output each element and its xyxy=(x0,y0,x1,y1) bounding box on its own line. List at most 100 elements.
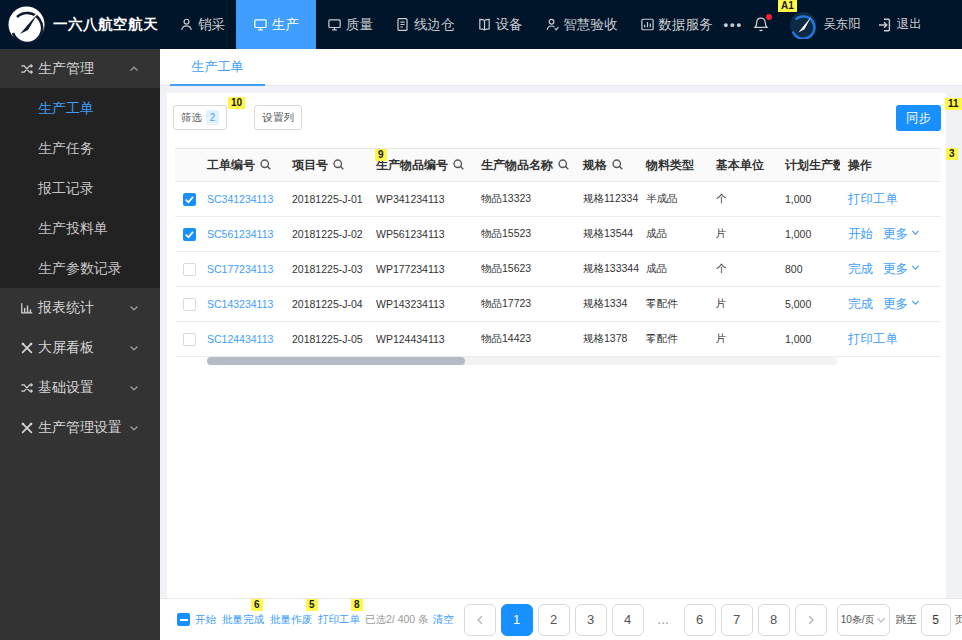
filter-button[interactable]: 筛选 2 xyxy=(173,105,227,130)
batch-complete-button[interactable]: 批量完成 xyxy=(222,613,264,627)
sidebar-item-work-reports[interactable]: 报工记录 xyxy=(0,168,160,208)
select-all-checkbox[interactable] xyxy=(177,613,190,626)
chevron-down-icon xyxy=(876,615,886,625)
nav-item-line-warehouse[interactable]: 线边仓 xyxy=(384,0,466,49)
toolbar: 筛选 2 设置列 同步 xyxy=(175,105,941,131)
column-settings-button[interactable]: 设置列 xyxy=(254,105,302,130)
start-action[interactable]: 开始 xyxy=(848,227,873,241)
complete-action[interactable]: 完成 xyxy=(848,297,873,311)
order-no-link[interactable]: SC177234113 xyxy=(207,263,273,275)
jump-to-label: 跳至 xyxy=(896,613,917,627)
sidebar-group-production-mgmt[interactable]: 生产管理 xyxy=(0,49,160,88)
chevron-up-icon xyxy=(128,63,140,75)
notification-bell-button[interactable] xyxy=(753,16,769,33)
complete-action[interactable]: 完成 xyxy=(848,262,873,276)
sidebar-item-production-tasks[interactable]: 生产任务 xyxy=(0,128,160,168)
search-icon[interactable] xyxy=(332,158,345,171)
order-no-link[interactable]: SC143234113 xyxy=(207,298,273,310)
clear-selection-button[interactable]: 清空 xyxy=(433,613,454,627)
work-order-table: 工单编号 项目号 生产物品编号 生产物品名称 规格 物料类型 基本单位 计划生产… xyxy=(175,148,941,357)
page-button-3[interactable]: 3 xyxy=(575,604,607,636)
sidebar-item-feeding-orders[interactable]: 生产投料单 xyxy=(0,208,160,248)
row-checkbox[interactable] xyxy=(183,333,196,346)
user-icon xyxy=(179,17,194,32)
page-button-1[interactable]: 1 xyxy=(501,604,533,636)
search-icon[interactable] xyxy=(557,158,570,171)
page-size-select[interactable]: 10条/页 xyxy=(837,604,890,636)
select-all-header[interactable] xyxy=(175,149,199,182)
col-order-no[interactable]: 工单编号 xyxy=(199,149,284,182)
annotation-badge-11: 11 xyxy=(945,98,962,110)
nav-item-equipment[interactable]: 设备 xyxy=(466,0,534,49)
prev-page-button[interactable] xyxy=(464,604,496,636)
more-action[interactable]: 更多 xyxy=(883,227,920,241)
page-button-4[interactable]: 4 xyxy=(612,604,644,636)
annotation-badge-5: 5 xyxy=(306,599,318,611)
caret-down-icon xyxy=(911,263,920,272)
bar-chart-icon xyxy=(20,301,34,315)
batch-void-button[interactable]: 批量作废 xyxy=(270,613,312,627)
col-project-no[interactable]: 项目号 xyxy=(284,149,368,182)
tools-icon xyxy=(20,421,34,435)
sidebar-group-production-settings[interactable]: 生产管理设置 xyxy=(0,408,160,448)
col-unit[interactable]: 基本单位 xyxy=(708,149,777,182)
next-page-button[interactable] xyxy=(795,604,827,636)
order-no-link[interactable]: SC341234113 xyxy=(207,193,273,205)
tab-work-orders[interactable]: 生产工单 xyxy=(170,49,265,85)
page-unit-label: 页 xyxy=(955,613,962,627)
print-order-action[interactable]: 打印工单 xyxy=(848,332,898,346)
order-no-link[interactable]: SC561234113 xyxy=(207,228,273,240)
shuffle-icon xyxy=(20,381,34,395)
user-avatar[interactable] xyxy=(789,11,817,39)
batch-start-button[interactable]: 开始 xyxy=(195,613,216,627)
search-icon[interactable] xyxy=(259,158,272,171)
annotation-badge-a1: A1 xyxy=(778,0,797,12)
col-spec[interactable]: 规格 xyxy=(575,149,638,182)
col-planned-qty[interactable]: 计划生产数 xyxy=(777,149,840,182)
jump-page-input[interactable]: 5 xyxy=(921,604,951,636)
nav-item-quality[interactable]: 质量 xyxy=(316,0,384,49)
content-area: 生产工单 筛选 2 设置列 同步 工单编号 xyxy=(160,49,962,640)
search-icon[interactable] xyxy=(452,158,465,171)
row-checkbox[interactable] xyxy=(183,298,196,311)
annotation-badge-6: 6 xyxy=(251,599,263,611)
page-button-8[interactable]: 8 xyxy=(758,604,790,636)
print-order-action[interactable]: 打印工单 xyxy=(848,192,898,206)
annotation-badge-10: 10 xyxy=(228,97,245,109)
more-action[interactable]: 更多 xyxy=(883,297,920,311)
nav-item-purchase[interactable]: 销采 xyxy=(168,0,236,49)
sidebar-item-work-orders[interactable]: 生产工单 xyxy=(0,88,160,128)
scrollbar-thumb[interactable] xyxy=(207,357,465,365)
sidebar-group-dashboard[interactable]: 大屏看板 xyxy=(0,328,160,368)
search-icon[interactable] xyxy=(611,158,624,171)
user-check-icon xyxy=(545,17,560,32)
sidebar-group-report-stats[interactable]: 报表统计 xyxy=(0,288,160,328)
horizontal-scrollbar[interactable] xyxy=(207,357,837,365)
more-action[interactable]: 更多 xyxy=(883,262,920,276)
chart-icon xyxy=(640,17,655,32)
nav-item-production[interactable]: 生产 xyxy=(236,0,316,49)
sidebar-group-basic-settings[interactable]: 基础设置 xyxy=(0,368,160,408)
user-name[interactable]: 吴东阳 xyxy=(823,16,861,33)
nav-item-data-service[interactable]: 数据服务 xyxy=(629,0,724,49)
batch-print-button[interactable]: 打印工单 xyxy=(318,613,360,627)
caret-down-icon xyxy=(911,298,920,307)
document-icon xyxy=(395,17,410,32)
nav-item-smart-acceptance[interactable]: 智慧验收 xyxy=(534,0,629,49)
sync-button[interactable]: 同步 xyxy=(896,105,941,131)
page-button-7[interactable]: 7 xyxy=(721,604,753,636)
shuffle-icon xyxy=(20,62,34,76)
page-ellipsis[interactable]: ... xyxy=(649,614,679,626)
row-checkbox[interactable] xyxy=(183,263,196,276)
order-no-link[interactable]: SC124434113 xyxy=(207,333,273,345)
row-checkbox[interactable] xyxy=(183,228,196,241)
nav-menu: 销采 生产 质量 线边仓 设备 智慧验收 数据服务 xyxy=(168,0,724,49)
row-checkbox[interactable] xyxy=(183,193,196,206)
page-button-2[interactable]: 2 xyxy=(538,604,570,636)
logout-button[interactable]: 退出 xyxy=(877,16,922,33)
sidebar-item-parameter-records[interactable]: 生产参数记录 xyxy=(0,248,160,288)
col-material-type[interactable]: 物料类型 xyxy=(638,149,708,182)
col-item-name[interactable]: 生产物品名称 xyxy=(473,149,575,182)
page-button-6[interactable]: 6 xyxy=(684,604,716,636)
nav-more-button[interactable]: ••• xyxy=(724,17,744,32)
